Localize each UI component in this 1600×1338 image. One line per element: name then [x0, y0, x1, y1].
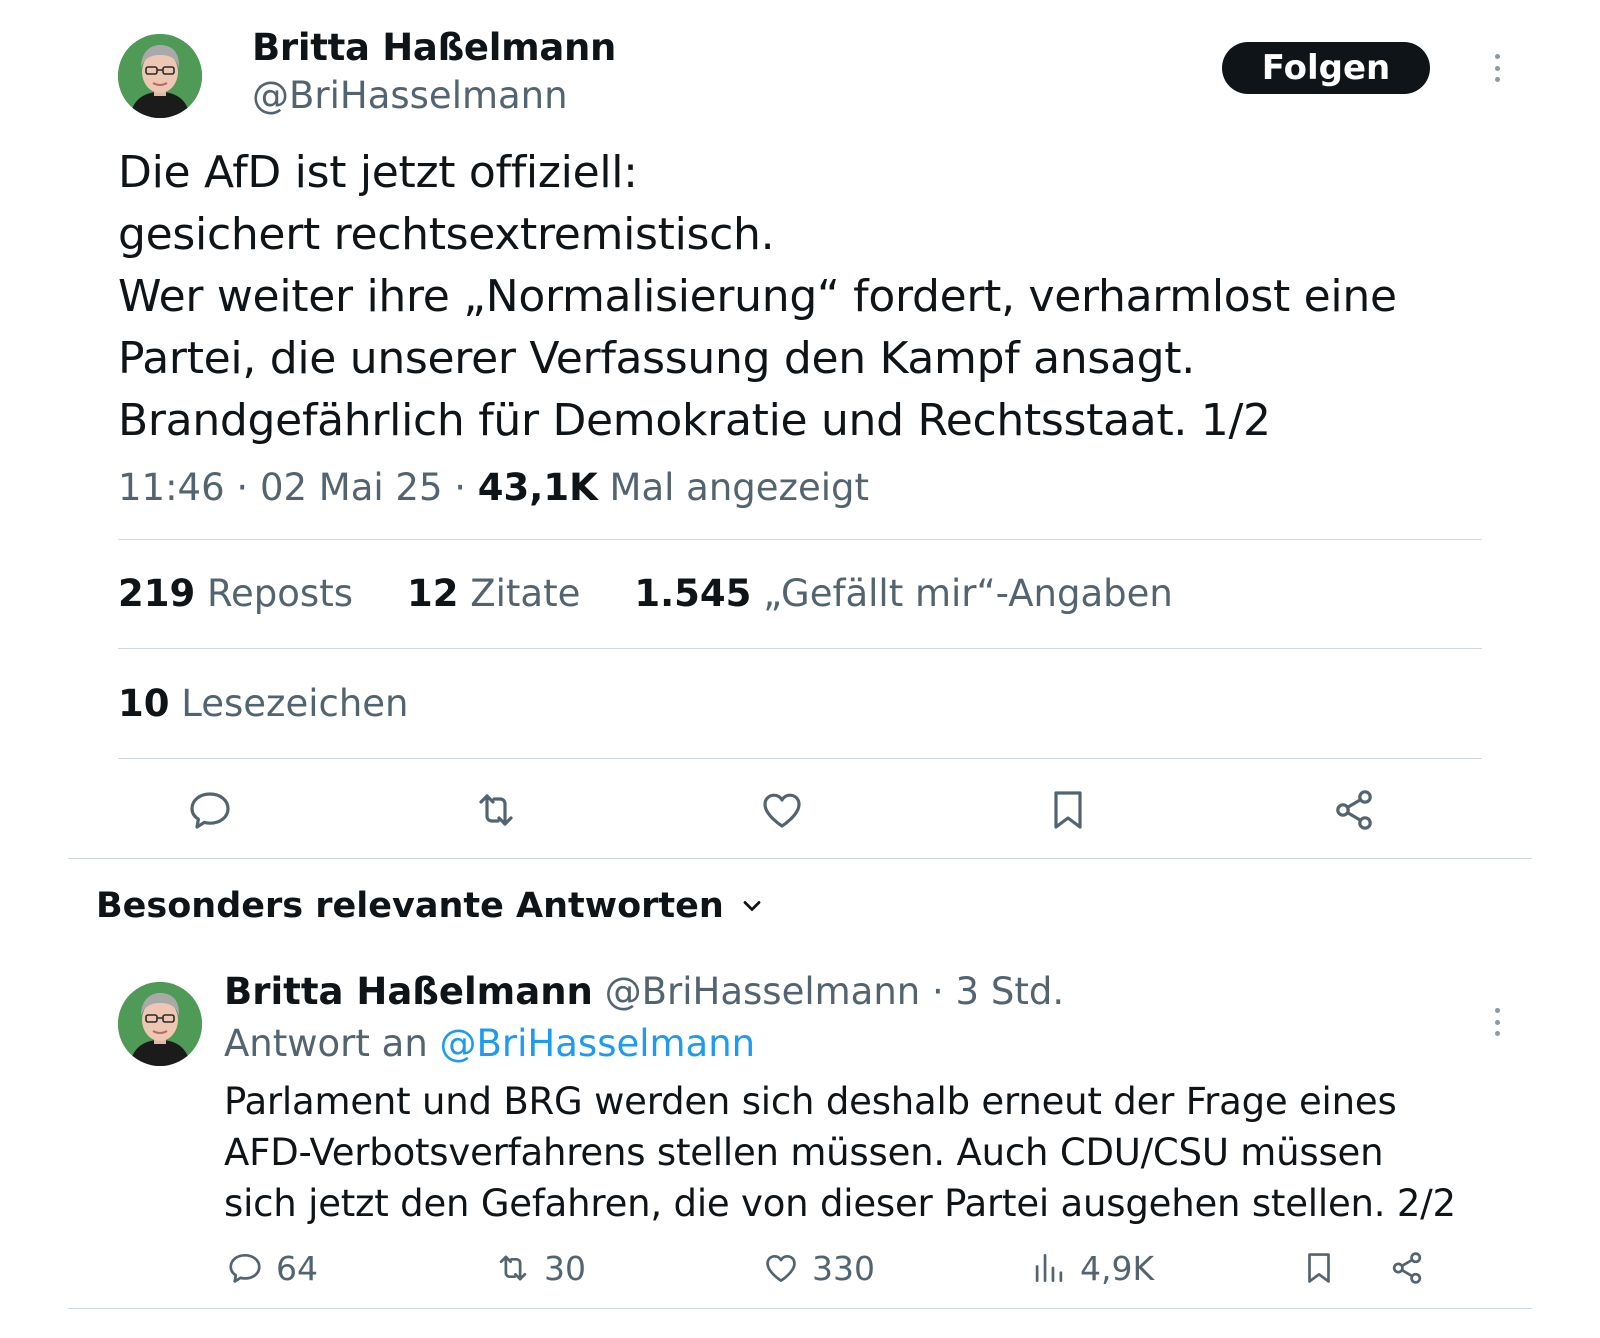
- avatar-portrait: [118, 982, 202, 1066]
- bookmark-icon[interactable]: [1044, 786, 1092, 834]
- tweet-text: Die AfD ist jetzt offiziell: gesichert r…: [118, 142, 1478, 452]
- likes-stat[interactable]: 1.545 „Gefällt mir“-Angaben: [634, 572, 1173, 615]
- avatar-portrait: [118, 34, 202, 118]
- reply-text-line: AFD-Verbotsverfahrens stellen müssen. Au…: [224, 1131, 1384, 1174]
- replies-sort-label: Besonders relevante Antworten: [96, 886, 724, 926]
- tweet-text-line: Wer weiter ihre „Normalisierung“ fordert…: [118, 271, 1397, 322]
- reply-text: Parlament und BRG werden sich deshalb er…: [224, 1076, 1456, 1229]
- quotes-stat[interactable]: 12 Zitate: [407, 572, 580, 615]
- reply-reply-button[interactable]: 64: [226, 1246, 318, 1290]
- divider: [118, 539, 1482, 540]
- share-icon[interactable]: [1330, 786, 1378, 834]
- tweet-text-line: Partei, die unserer Verfassung den Kampf…: [118, 333, 1195, 384]
- reply-like-button[interactable]: 330: [762, 1246, 875, 1290]
- reply-header: Britta Haßelmann @BriHasselmann · 3 Std.: [224, 970, 1065, 1013]
- author-handle[interactable]: @BriHasselmann: [252, 74, 568, 117]
- reply-author-handle[interactable]: @BriHasselmann: [605, 970, 921, 1013]
- engagement-stats: 219 Reposts 12 Zitate 1.545 „Gefällt mir…: [118, 572, 1227, 615]
- views-count: 43,1K: [477, 466, 598, 509]
- reply-icon: [229, 1253, 261, 1283]
- more-options-icon[interactable]: [1485, 48, 1509, 88]
- reply-to-line: Antwort an @BriHasselmann: [224, 1022, 755, 1065]
- like-count: 330: [812, 1248, 875, 1288]
- share-icon: [1392, 1252, 1422, 1284]
- views-icon: [1035, 1253, 1063, 1283]
- reply-count: 64: [276, 1248, 318, 1288]
- divider: [68, 1308, 1532, 1309]
- repost-icon[interactable]: [472, 786, 520, 834]
- bookmark-icon: [1308, 1253, 1330, 1283]
- reply-to-handle-link[interactable]: @BriHasselmann: [440, 1022, 756, 1065]
- tweet-time[interactable]: 11:46: [118, 466, 225, 509]
- tweet-text-line: gesichert rechtsextremistisch.: [118, 209, 775, 260]
- reply-author-name[interactable]: Britta Haßelmann: [224, 970, 593, 1013]
- reply-views-button[interactable]: 4,9K: [1030, 1246, 1154, 1290]
- reply-time[interactable]: 3 Std.: [956, 970, 1065, 1013]
- reply-more-options-icon[interactable]: [1485, 1002, 1509, 1042]
- repost-count: 30: [544, 1248, 586, 1288]
- author-avatar[interactable]: [118, 34, 202, 118]
- reply-bookmark-button[interactable]: [1300, 1246, 1350, 1290]
- reply-text-line: Parlament und BRG werden sich deshalb er…: [224, 1080, 1397, 1123]
- views-count: 4,9K: [1080, 1248, 1155, 1288]
- repost-icon: [499, 1255, 527, 1281]
- bookmarks-stat[interactable]: 10 Lesezeichen: [118, 682, 409, 725]
- reply-text-line: sich jetzt den Gefahren, die von dieser …: [224, 1182, 1456, 1225]
- reply-repost-button[interactable]: 30: [494, 1246, 586, 1290]
- tweet-text-line: Brandgefährlich für Demokratie und Recht…: [118, 395, 1271, 446]
- reply-to-label: Antwort an: [224, 1022, 428, 1065]
- reply-share-button[interactable]: [1388, 1246, 1438, 1290]
- reply-icon[interactable]: [186, 786, 234, 834]
- chevron-down-icon: [743, 901, 761, 911]
- follow-button[interactable]: Folgen: [1222, 42, 1430, 94]
- like-icon: [766, 1254, 796, 1283]
- author-name[interactable]: Britta Haßelmann: [252, 26, 616, 69]
- divider: [68, 858, 1532, 859]
- reposts-stat[interactable]: 219 Reposts: [118, 572, 353, 615]
- views-label: Mal angezeigt: [609, 466, 870, 509]
- divider: [118, 648, 1482, 649]
- tweet-date[interactable]: 02 Mai 25: [260, 466, 443, 509]
- divider: [118, 758, 1482, 759]
- replies-sort-dropdown[interactable]: Besonders relevante Antworten: [96, 886, 766, 926]
- like-icon[interactable]: [758, 786, 806, 834]
- tweet-text-line: Die AfD ist jetzt offiziell:: [118, 147, 638, 198]
- tweet-meta: 11:46 · 02 Mai 25 · 43,1K Mal angezeigt: [118, 466, 870, 509]
- reply-author-avatar[interactable]: [118, 982, 202, 1066]
